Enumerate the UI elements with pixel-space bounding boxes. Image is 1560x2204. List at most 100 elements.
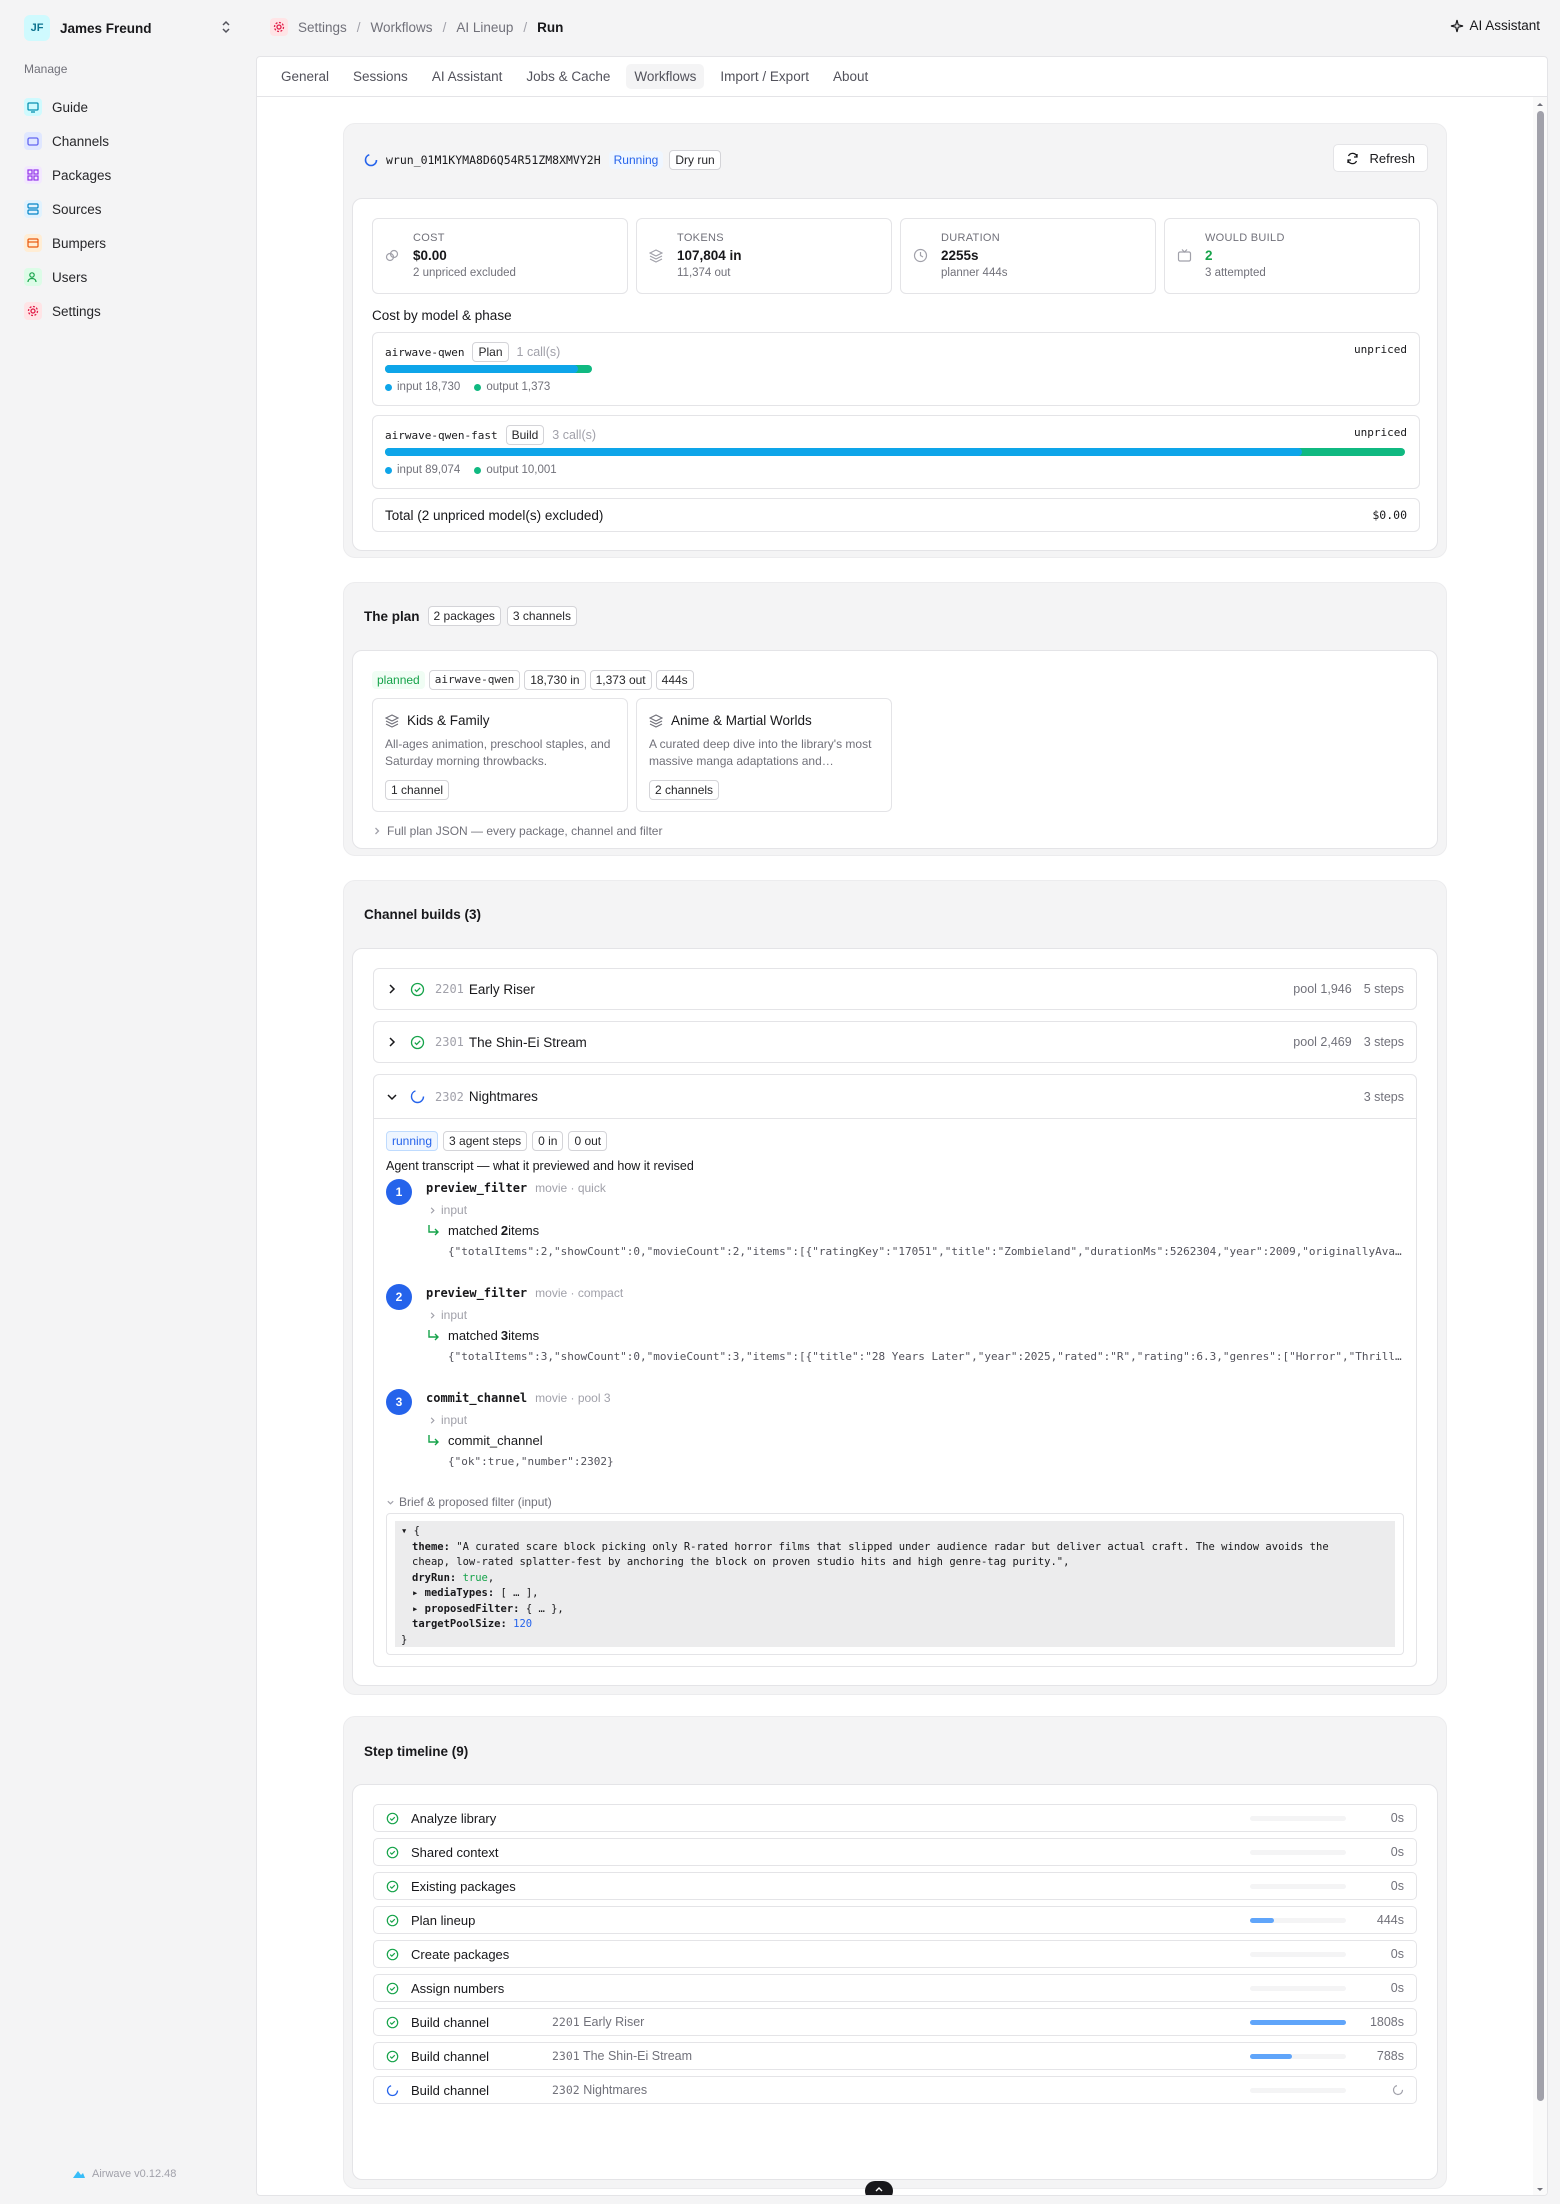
step-duration-bar [1250,1849,1346,1855]
scrollbar-thumb[interactable] [1537,111,1544,2101]
json-string: "A curated scare block picking only R-ra… [456,1540,1329,1553]
step-result: matched 2 items [426,1223,539,1238]
model-badge: airwave-qwen [428,670,521,690]
package-channels-badge: 2 channels [649,780,720,800]
timeline-step-row: Existing packages 0s [373,1872,1417,1900]
tv-icon [1177,249,1192,262]
run-id: wrun_01M1KYMA8D6Q54R51ZM8XMVY2H [386,153,601,167]
step-duration-bar [1250,2087,1346,2093]
brief-toggle[interactable]: Brief & proposed filter (input) [386,1495,552,1509]
user-switcher[interactable]: JF James Freund [24,14,232,42]
sidebar-item-guide[interactable]: Guide [24,90,234,124]
channel-build-row[interactable]: 2201 Early Riser pool 1,946 5 steps [373,968,1417,1010]
step-duration-bar [1250,1951,1346,1957]
tokens-stat: TOKENS 107,804 in 11,374 out [636,218,892,294]
channel-build-row[interactable]: 2302 Nightmares 3 steps [374,1075,1416,1119]
sidebar-item-label: Users [52,269,88,285]
sidebar-item-users[interactable]: Users [24,260,234,294]
result-prefix: matched [448,1328,498,1343]
refresh-button[interactable]: Refresh [1333,144,1428,172]
brief-json: ▾ { theme: "A curated scare block pickin… [395,1521,1395,1647]
expand-icon[interactable]: ▸ [412,1603,418,1615]
spinner-icon [364,153,378,167]
section-label: Manage [24,62,68,76]
sidebar-item-packages[interactable]: Packages [24,158,234,192]
stat-label: WOULD BUILD [1205,232,1285,244]
run-summary-card: wrun_01M1KYMA8D6Q54R51ZM8XMVY2H Running … [343,123,1447,558]
main-panel: General Sessions AI Assistant Jobs & Cac… [256,56,1548,2196]
price-label: unpriced [1354,343,1407,356]
result-json: {"totalItems":3,"showCount":0,"movieCoun… [448,1350,1404,1363]
ai-assistant-button[interactable]: AI Assistant [1450,18,1540,33]
package-title: Anime & Martial Worlds [671,713,812,728]
scroll-up-icon[interactable] [1533,99,1547,109]
timeline-step-row: Create packages 0s [373,1940,1417,1968]
chevron-right-icon [389,984,396,994]
step-time: 0s [1390,1947,1404,1961]
package-card[interactable]: Kids & Family All-ages animation, presch… [372,698,628,812]
package-description: All-ages animation, preschool staples, a… [385,737,611,768]
step-time: 0s [1390,1879,1404,1893]
step-count: 3 steps [1363,1035,1404,1049]
breadcrumb-settings[interactable]: Settings [298,20,347,35]
total-label: Total (2 unpriced model(s) excluded) [385,507,604,523]
tab-about[interactable]: About [825,64,876,89]
layers-icon [649,249,663,263]
input-toggle[interactable]: input [428,1413,467,1427]
timeline-panel: Analyze library 0s Shared context 0s Existin… [352,1784,1438,2180]
plan-json-toggle[interactable]: Full plan JSON — every package, channel … [372,824,662,838]
tab-general[interactable]: General [273,64,337,89]
step-channel: 2301 The Shin-Ei Stream [552,2049,692,2063]
agent-steps-badge: 3 agent steps [443,1131,528,1151]
channel-name: Early Riser [468,981,535,997]
expand-icon[interactable]: ▸ [412,1587,418,1599]
tab-ai-assistant[interactable]: AI Assistant [424,64,511,89]
breadcrumb-ai-lineup[interactable]: AI Lineup [456,20,513,35]
tab-sessions[interactable]: Sessions [345,64,416,89]
sidebar-item-bumpers[interactable]: Bumpers [24,226,234,260]
breadcrumb-workflows[interactable]: Workflows [371,20,433,35]
pool-size: pool 2,469 [1293,1035,1352,1049]
check-circle-icon [386,1914,399,1926]
brief-json-box: ▾ { theme: "A curated scare block pickin… [386,1513,1404,1655]
json-collapsed: [ … ], [500,1587,539,1599]
price-label: unpriced [1354,426,1407,439]
package-title: Kids & Family [407,713,490,728]
output-legend: output 1,373 [474,381,550,393]
step-duration-bar [1250,2053,1346,2059]
input-toggle[interactable]: input [428,1308,467,1322]
sidebar-item-channels[interactable]: Channels [24,124,234,158]
pool-size: pool 1,946 [1293,982,1352,996]
collapse-icon[interactable]: ▾ [401,1525,407,1537]
scroll-to-top-button[interactable] [865,2181,893,2195]
check-circle-icon [386,1812,399,1824]
step-number: 1 [386,1179,412,1205]
package-card[interactable]: Anime & Martial Worlds A curated deep di… [636,698,892,812]
breadcrumb-separator: / [442,19,447,35]
total-value: $0.00 [1372,508,1407,522]
step-channel: 2302 Nightmares [552,2083,647,2097]
refresh-icon [1347,152,1359,164]
settings-tabs: General Sessions AI Assistant Jobs & Cac… [257,57,1547,97]
sidebar-item-sources[interactable]: Sources [24,192,234,226]
step-number: 3 [386,1389,412,1415]
channel-build-row[interactable]: 2301 The Shin-Ei Stream pool 2,469 3 step… [373,1021,1417,1063]
input-bar-fill [385,365,578,373]
step-label: Existing packages [411,1878,516,1894]
sidebar-item-settings[interactable]: Settings [24,294,234,328]
timeline-step-row: Build channel 2301 The Shin-Ei Stream 788s [373,2042,1417,2070]
json-key: proposedFilter: [424,1602,520,1615]
input-toggle[interactable]: input [428,1203,467,1217]
tab-import-export[interactable]: Import / Export [712,64,817,89]
tab-jobs-cache[interactable]: Jobs & Cache [518,64,618,89]
plan-card: The plan 2 packages 3 channels planned a… [343,582,1447,856]
step-label: Build channel [411,2048,490,2064]
scrollbar[interactable] [1533,97,1547,2195]
tv-icon [24,132,42,150]
breadcrumb-run: Run [537,19,564,35]
tab-workflows[interactable]: Workflows [626,64,705,89]
input-legend-label: input 18,730 [397,381,461,393]
scroll-down-icon[interactable] [1533,2185,1547,2195]
stat-value: $0.00 [413,248,447,263]
users-icon [24,268,42,286]
